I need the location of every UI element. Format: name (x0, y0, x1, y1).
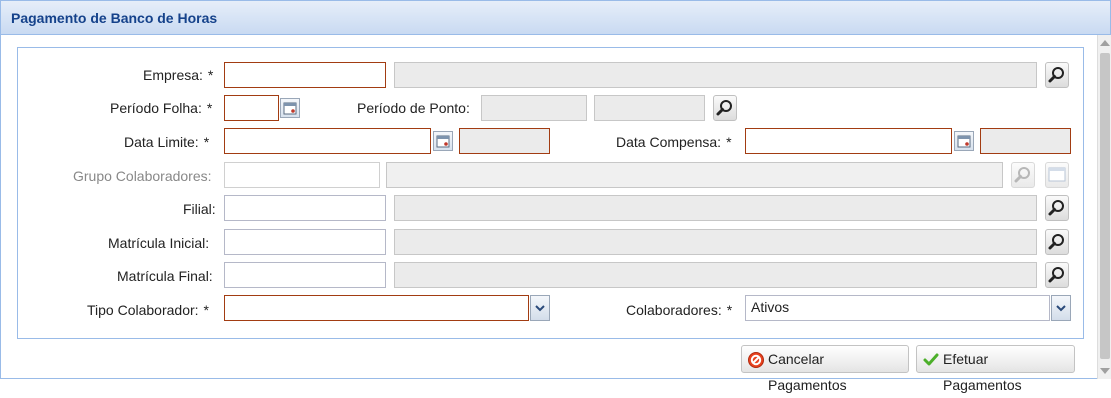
data-compensa-extra-field (980, 128, 1071, 154)
tipo-colaborador-label: Tipo Colaborador: * (87, 302, 209, 318)
matricula-inicial-label: Matrícula Inicial: (108, 235, 210, 251)
empresa-search-button[interactable] (1045, 62, 1069, 88)
search-icon (716, 100, 732, 116)
search-icon (1048, 267, 1064, 283)
title-bar: Pagamento de Banco de Horas (1, 1, 1110, 35)
filial-description-field (394, 195, 1037, 221)
matricula-final-search-button[interactable] (1045, 262, 1069, 288)
periodo-ponto-start-field (481, 95, 587, 121)
window-icon (1048, 167, 1066, 182)
cancel-payments-button[interactable]: Cancelar Pagamentos (741, 345, 909, 393)
grupo-colaboradores-list-button[interactable] (1045, 162, 1069, 188)
data-compensa-label: Data Compensa: * (616, 134, 732, 150)
periodo-ponto-end-field (594, 95, 705, 121)
grupo-colaboradores-search-button[interactable] (1011, 162, 1035, 188)
matricula-final-input[interactable] (224, 262, 386, 288)
scrollbar-thumb[interactable] (1100, 53, 1110, 359)
data-limite-calendar-button[interactable] (433, 131, 453, 151)
colaboradores-label: Colaboradores: * (626, 302, 733, 318)
cancel-icon (748, 352, 764, 368)
check-icon (923, 353, 939, 366)
empresa-code-input[interactable] (224, 62, 386, 88)
matricula-final-label: Matrícula Final: (117, 268, 213, 284)
grupo-colaboradores-input[interactable] (224, 162, 380, 188)
periodo-folha-calendar-button[interactable] (280, 98, 300, 118)
matricula-inicial-description-field (394, 229, 1037, 255)
calendar-icon (957, 135, 971, 148)
calendar-icon (436, 135, 450, 148)
confirm-payments-button[interactable]: Efetuar Pagamentos (916, 345, 1075, 393)
chevron-down-icon (535, 305, 545, 312)
colaboradores-select[interactable]: Ativos (745, 295, 1050, 321)
search-icon (1048, 234, 1064, 250)
data-limite-extra-field (459, 128, 550, 154)
filial-input[interactable] (224, 195, 386, 221)
chevron-down-icon (1056, 305, 1066, 312)
data-compensa-input[interactable] (745, 128, 952, 154)
periodo-folha-input[interactable] (224, 95, 279, 121)
scroll-down-icon[interactable] (1100, 368, 1110, 374)
data-compensa-calendar-button[interactable] (954, 131, 974, 151)
calendar-icon (283, 102, 297, 115)
confirm-payments-label: Efetuar Pagamentos (943, 351, 1022, 393)
matricula-inicial-search-button[interactable] (1045, 229, 1069, 255)
grupo-colaboradores-description-field (386, 162, 1003, 188)
tipo-colaborador-combo[interactable] (224, 295, 529, 321)
scroll-up-icon[interactable] (1100, 40, 1110, 46)
matricula-inicial-input[interactable] (224, 229, 386, 255)
tipo-colaborador-dropdown-button[interactable] (530, 295, 550, 321)
empresa-label: Empresa: * (143, 67, 214, 83)
periodo-ponto-label: Período de Ponto: (357, 100, 470, 116)
filial-label: Filial: (183, 201, 216, 217)
search-icon (1048, 67, 1064, 83)
periodo-folha-label: Período Folha: * (110, 100, 213, 116)
search-icon (1014, 167, 1030, 183)
window: Pagamento de Banco de Horas Empresa: * Pe… (0, 0, 1111, 393)
colaboradores-selected-value: Ativos (751, 299, 790, 315)
window-title: Pagamento de Banco de Horas (11, 10, 218, 26)
periodo-ponto-search-button[interactable] (713, 95, 737, 121)
data-limite-input[interactable] (224, 128, 431, 154)
grupo-colaboradores-label: Grupo Colaboradores: (73, 168, 212, 184)
matricula-final-description-field (394, 262, 1037, 288)
data-limite-label: Data Limite: * (124, 134, 210, 150)
empresa-description-field (394, 62, 1037, 88)
vertical-scrollbar[interactable] (1097, 35, 1111, 379)
cancel-payments-label: Cancelar Pagamentos (768, 351, 847, 393)
filial-search-button[interactable] (1045, 195, 1069, 221)
colaboradores-dropdown-button[interactable] (1051, 295, 1071, 321)
search-icon (1048, 200, 1064, 216)
